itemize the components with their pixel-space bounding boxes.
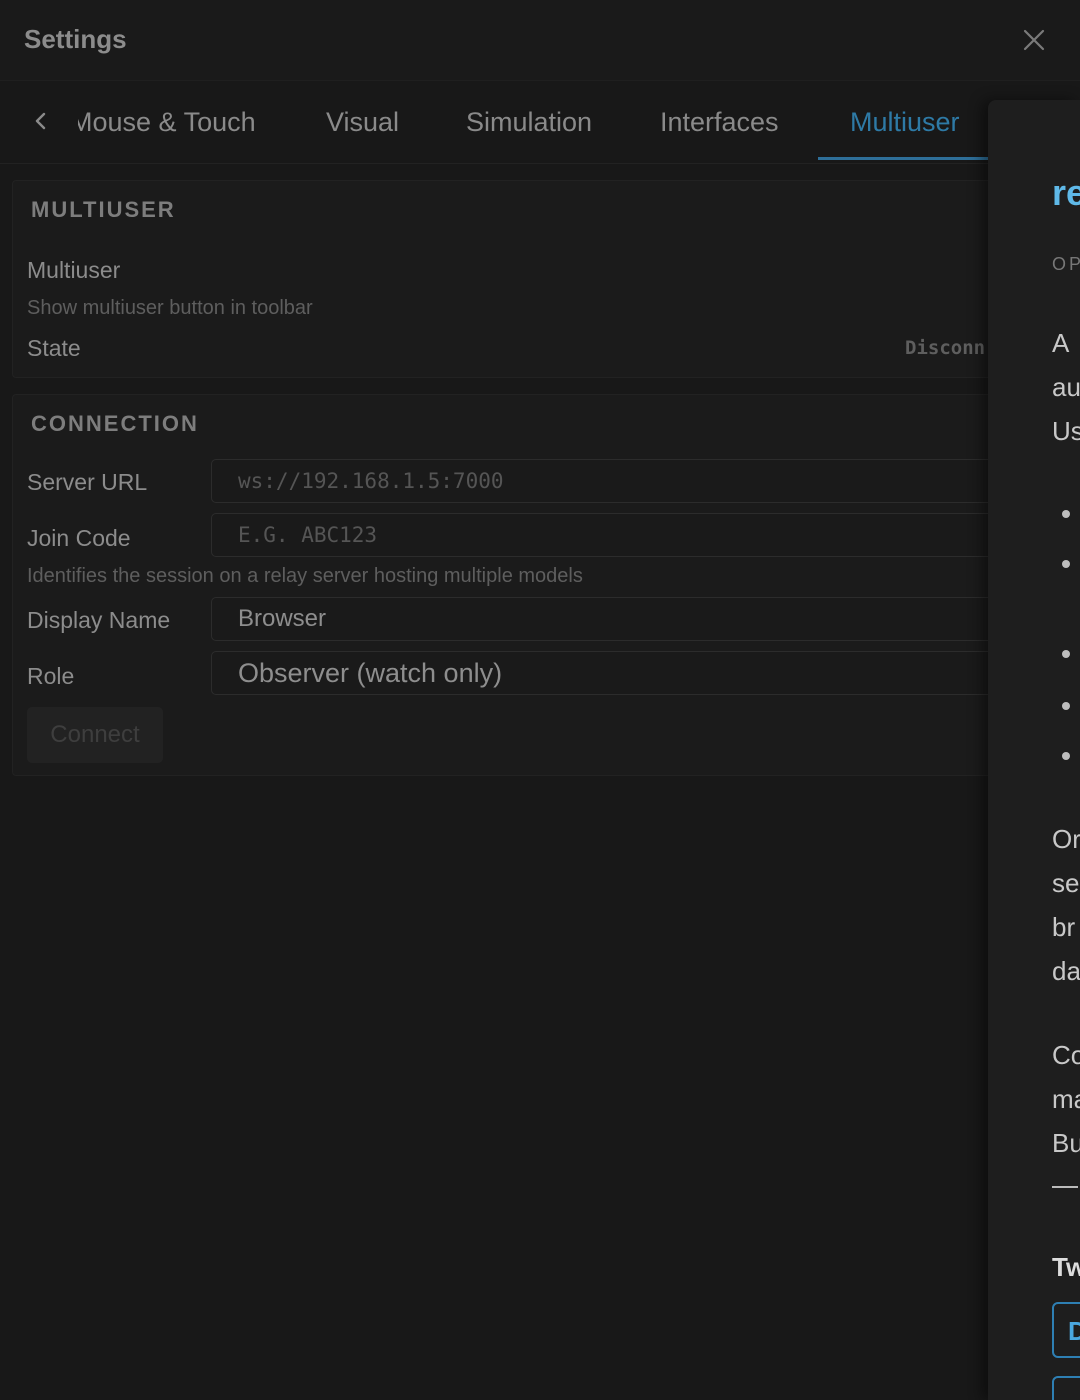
server-url-label: Server URL [27, 469, 148, 495]
section-title: CONNECTION [31, 411, 199, 436]
side-panel: re OP A au Us Or se br da Co ma Bu Tw D [988, 100, 1080, 1400]
connection-section: CONNECTION Server URL ws://192.168.1.5:7… [12, 394, 1014, 776]
list-bullet [1062, 752, 1070, 760]
state-value: Disconn [905, 337, 986, 359]
join-code-input[interactable]: E.G. ABC123 [211, 513, 1011, 557]
tab-simulation[interactable]: Simulation [466, 107, 592, 138]
join-code-label: Join Code [27, 525, 131, 551]
active-tab-indicator [818, 157, 990, 160]
multiuser-toggle-label: Multiuser [27, 257, 121, 283]
multiuser-section: MULTIUSER Multiuser Show multiuser butto… [12, 180, 1014, 378]
panel-text: br [1052, 912, 1076, 942]
panel-text: Bu [1052, 1128, 1080, 1158]
role-label: Role [27, 663, 75, 689]
tab-bar: Mouse & Touch Visual Simulation Interfac… [0, 81, 1080, 164]
panel-text: se [1052, 868, 1080, 898]
panel-title: re [1052, 172, 1080, 213]
panel-text: A [1052, 328, 1070, 358]
panel-option-button[interactable] [1052, 1376, 1080, 1400]
list-bullet [1062, 650, 1070, 658]
tab-scroll-left-icon[interactable] [26, 107, 54, 135]
tab-visual[interactable]: Visual [326, 107, 399, 138]
list-bullet [1062, 702, 1070, 710]
divider [1052, 1186, 1078, 1188]
panel-text: Us [1052, 416, 1080, 446]
state-label: State [27, 335, 81, 361]
panel-text: ma [1052, 1084, 1080, 1114]
tab-interfaces[interactable]: Interfaces [660, 107, 779, 138]
panel-option-button[interactable]: D [1052, 1302, 1080, 1358]
close-icon[interactable] [1018, 24, 1050, 56]
section-title: MULTIUSER [31, 197, 176, 222]
panel-text: Or [1052, 824, 1080, 854]
panel-text: da [1052, 956, 1080, 986]
tab-multiuser[interactable]: Multiuser [850, 107, 960, 138]
display-name-label: Display Name [27, 607, 171, 633]
role-select[interactable]: Observer (watch only) [211, 651, 1011, 695]
connect-button[interactable]: Connect [27, 707, 163, 763]
multiuser-toggle-hint: Show multiuser button in toolbar [27, 297, 313, 319]
list-bullet [1062, 510, 1070, 518]
panel-text: au [1052, 372, 1080, 402]
panel-heading: Tw [1052, 1252, 1080, 1282]
display-name-input[interactable]: Browser [211, 597, 1011, 641]
list-bullet [1062, 560, 1070, 568]
panel-subtitle: OP [1052, 254, 1080, 274]
tab-mouse-touch[interactable]: Mouse & Touch [78, 107, 268, 138]
join-code-hint: Identifies the session on a relay server… [27, 565, 583, 587]
settings-header: Settings [0, 0, 1080, 81]
server-url-input[interactable]: ws://192.168.1.5:7000 [211, 459, 1011, 503]
panel-text: Co [1052, 1040, 1080, 1070]
settings-title: Settings [24, 24, 127, 54]
panel-option-label: D [1068, 1316, 1080, 1347]
